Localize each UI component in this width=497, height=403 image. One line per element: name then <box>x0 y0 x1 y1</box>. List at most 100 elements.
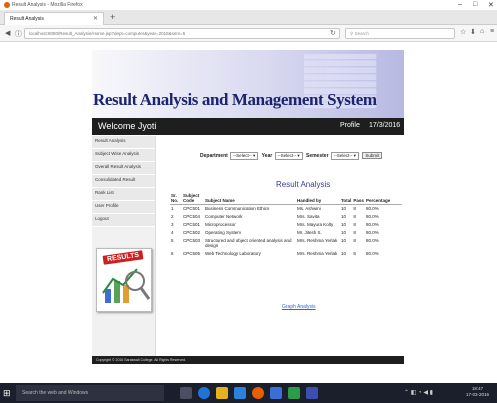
col-header-pass: Pass <box>352 192 365 205</box>
current-date: 17/3/2016 <box>369 122 401 129</box>
col-header-code: Subject Code <box>182 192 204 205</box>
store-icon[interactable] <box>234 387 246 399</box>
cell-sr: 6 <box>171 250 174 256</box>
taskbar-search-input[interactable]: Search the web and Windows <box>16 385 164 401</box>
tab-label: Result Analysis <box>10 16 44 22</box>
graph-analysis-link[interactable]: Graph Analysis <box>282 304 316 310</box>
cell-pass: 8 <box>353 206 356 211</box>
table-row: 5 CPC503 Structured and object oriented … <box>170 237 402 250</box>
cell-total: 10 <box>341 250 347 256</box>
col-header-percentage: Percentage <box>364 192 402 205</box>
sidebar-item-logout[interactable]: Logout <box>92 214 155 227</box>
cell-sr: 2 <box>171 213 174 219</box>
cell-code: CPC503 <box>183 237 201 243</box>
windows-start-icon[interactable]: ⊞ <box>3 388 13 398</box>
app-icon[interactable] <box>306 387 318 399</box>
table-row: 3 CPC501 Microprocessor Mrs. Mayura Kolt… <box>170 221 402 229</box>
cell-code: CPC505 <box>183 250 201 256</box>
year-label: Year <box>261 153 273 159</box>
system-tray-icons[interactable]: ⌃ ◧ ◔ ◀ ▮ <box>404 389 433 396</box>
url-text: localhost:8080/Result_Analysis/Home.jsp?… <box>29 31 186 36</box>
cell-name: Computer Network <box>205 213 243 219</box>
results-illustration: RESULTS <box>96 248 152 312</box>
close-window-icon[interactable]: ✕ <box>488 1 494 9</box>
cell-percentage: 80.0% <box>365 213 379 219</box>
maximize-icon[interactable]: □ <box>473 1 477 8</box>
reload-icon[interactable]: ↻ <box>330 29 336 37</box>
semester-select[interactable]: --Select-- ▾ <box>330 152 359 160</box>
cell-sr: 1 <box>171 206 174 211</box>
col-header-total: Total <box>340 192 353 205</box>
clock-date: 17-03-2016 <box>466 392 490 397</box>
table-row: 2 CPC504 Computer Network Mrs. Savita 10… <box>170 213 402 221</box>
firefox-taskbar-icon[interactable] <box>252 387 264 399</box>
welcome-text: Welcome Jyoti <box>98 121 157 131</box>
welcome-bar: Welcome Jyoti Profile 17/3/2016 <box>92 118 404 135</box>
edge-browser-icon[interactable] <box>198 387 210 399</box>
sidebar-item-user-profile[interactable]: User Profile <box>92 201 155 214</box>
search-icon: ⚲ <box>350 31 354 36</box>
cell-code: CPC501 <box>183 206 201 211</box>
taskbar-clock[interactable]: 18:47 17-03-2016 <box>466 386 489 398</box>
sidebar-item-result-analysis[interactable]: Result Analysis <box>92 136 155 149</box>
submit-button[interactable]: Submit <box>362 152 383 159</box>
cell-code: CPC502 <box>183 229 201 235</box>
cell-name: Microprocessor <box>205 221 236 227</box>
site-title: Result Analysis and Management System <box>93 90 377 109</box>
cell-total: 10 <box>341 206 347 211</box>
cell-sr: 3 <box>171 221 174 227</box>
cell-name: Business Communication Ethics <box>205 206 270 211</box>
file-explorer-icon[interactable] <box>216 387 228 399</box>
cell-percentage: 80.0% <box>365 237 379 243</box>
filter-form: Department --Select-- ▾ Year --Select-- … <box>200 152 383 160</box>
address-bar[interactable]: localhost:8080/Result_Analysis/Home.jsp?… <box>24 28 340 39</box>
sidebar-item-consolidated-result[interactable]: Consolidated Result <box>92 175 155 188</box>
cell-handled: Ms. Ashwini <box>297 206 321 211</box>
task-view-icon[interactable] <box>180 387 192 399</box>
semester-value: --Select-- <box>333 153 353 158</box>
profile-link[interactable]: Profile <box>340 122 360 129</box>
cell-code: CPC501 <box>183 221 201 227</box>
year-select[interactable]: --Select-- ▾ <box>274 152 303 160</box>
home-icon[interactable]: ⌂ <box>480 28 484 35</box>
navigation-toolbar: ◀ ⓘ localhost:8080/Result_Analysis/Home.… <box>0 25 497 42</box>
cell-handled: Mrs. Reshma Yerlak <box>297 237 338 243</box>
copyright-text: Copyright © 2016 Saraswati College. All … <box>96 358 186 362</box>
firefox-icon <box>4 2 10 8</box>
tab-bar: Result Analysis ✕ + <box>0 10 497 25</box>
results-table-title: Result Analysis <box>276 180 331 189</box>
cell-handled: Mrs. Reshma Yerlak <box>297 250 338 256</box>
new-tab-icon[interactable]: + <box>110 12 115 22</box>
col-header-name: Subject Name <box>204 192 296 205</box>
windows-taskbar: ⊞ Search the web and Windows ⌃ ◧ ◔ ◀ ▮ 1… <box>0 383 497 403</box>
close-tab-icon[interactable]: ✕ <box>93 15 98 22</box>
back-icon[interactable]: ◀ <box>5 29 10 37</box>
browser-search-input[interactable]: ⚲ Search <box>345 28 455 39</box>
excel-icon[interactable] <box>288 387 300 399</box>
info-icon[interactable]: ⓘ <box>15 29 22 39</box>
sidebar-item-rank-list[interactable]: Rank List <box>92 188 155 201</box>
cell-percentage: 80.0% <box>365 206 379 211</box>
cell-handled: Mr. Jitesh S. <box>297 229 322 235</box>
cell-sr: 4 <box>171 229 174 235</box>
word-icon[interactable] <box>270 387 282 399</box>
menu-icon[interactable]: ≡ <box>490 28 494 35</box>
sidebar-item-overall-result-analysis[interactable]: Overall Result Analysis <box>92 162 155 175</box>
department-select[interactable]: --Select-- ▾ <box>230 152 259 160</box>
cell-code: CPC504 <box>183 213 201 219</box>
sidebar-item-subject-wise-analysis[interactable]: Subject Wise Analysis <box>92 149 155 162</box>
cell-percentage: 80.0% <box>365 229 379 235</box>
window-titlebar: Result Analysis - Mozilla Firefox – □ ✕ <box>0 0 497 10</box>
cell-pass: 8 <box>353 213 356 219</box>
bookmark-star-icon[interactable]: ☆ <box>460 28 466 36</box>
tab-result-analysis[interactable]: Result Analysis ✕ <box>4 12 104 25</box>
cell-pass: 8 <box>353 237 356 243</box>
department-value: --Select-- <box>233 153 252 158</box>
download-icon[interactable]: ⬇ <box>470 28 476 36</box>
sidebar: Result Analysis Subject Wise Analysis Ov… <box>92 136 156 356</box>
cell-name: Web Technology Laboratory <box>205 250 261 256</box>
semester-label: Semester <box>306 153 329 159</box>
minimize-icon[interactable]: – <box>458 1 462 8</box>
table-row: 4 CPC502 Operating System Mr. Jitesh S. … <box>170 229 402 237</box>
cell-pass: 8 <box>353 229 356 235</box>
